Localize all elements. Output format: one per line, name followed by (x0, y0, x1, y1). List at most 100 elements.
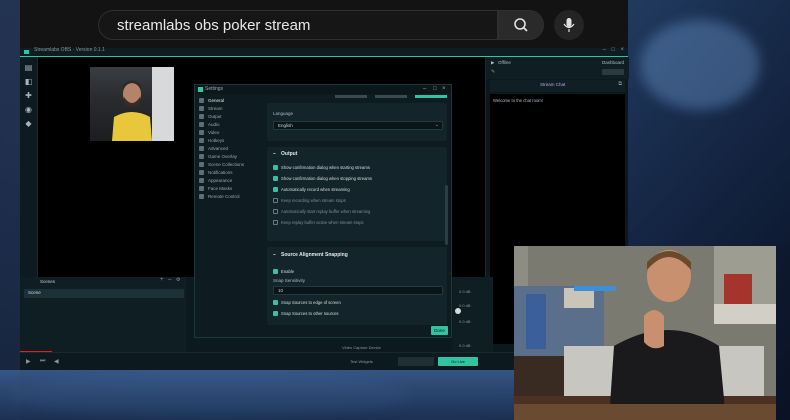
mixer-value: 0.0 dB (459, 289, 471, 294)
output-option-label: Keep replay buffer active when stream st… (281, 220, 364, 225)
settings-nav-label: Remote Control (208, 194, 240, 199)
minimize-icon[interactable]: – (603, 47, 606, 53)
settings-nav-item[interactable]: General (199, 97, 261, 105)
settings-tab[interactable] (375, 95, 407, 98)
nav-item-icon (199, 162, 204, 168)
close-icon[interactable]: × (442, 86, 446, 93)
settings-tab-strip (335, 95, 447, 99)
enable-snapping-checkbox[interactable] (273, 269, 278, 274)
edit-icon[interactable]: ✎ (491, 69, 495, 75)
skip-icon[interactable]: ⏭ (40, 358, 45, 365)
settings-title: Settings (205, 86, 224, 92)
themes-icon[interactable]: ◧ (24, 77, 33, 86)
scenes-header: Scenes + – ⚙ (20, 277, 186, 286)
settings-tab-active[interactable] (415, 95, 447, 98)
maximize-icon[interactable]: □ (611, 47, 615, 53)
output-option-checkbox[interactable] (273, 198, 278, 203)
settings-nav-item[interactable]: Video (199, 129, 261, 137)
streamer-webcam (90, 67, 174, 141)
output-option-label: Show confirmation dialog when starting s… (281, 165, 370, 170)
mixer-value: 0.0 dB (459, 319, 471, 324)
output-collapse-icon[interactable]: – (273, 151, 276, 157)
commentator-scene (514, 246, 776, 420)
settings-logo-icon (198, 87, 203, 92)
output-option-checkbox[interactable] (273, 220, 278, 225)
minimize-icon[interactable]: – (423, 86, 426, 93)
settings-nav-label: Face Masks (208, 186, 233, 191)
maximize-icon[interactable]: □ (433, 86, 437, 93)
remove-scene-icon[interactable]: – (168, 277, 171, 283)
dashboard-link[interactable]: Dashboard (602, 60, 624, 65)
go-live-button[interactable]: Go Live (438, 357, 478, 366)
popout-chat-icon[interactable]: ⧉ (618, 81, 622, 87)
snap-sources-checkbox[interactable] (273, 311, 278, 316)
nav-item-icon (199, 114, 204, 120)
streamer-figure (112, 80, 152, 141)
settings-nav-item[interactable]: Hotkeys (199, 137, 261, 145)
settings-dialog: Settings – □ × General Stream Output Audio V… (194, 84, 452, 338)
background-rock (0, 0, 20, 420)
nav-item-icon (199, 106, 204, 112)
settings-tab[interactable] (335, 95, 367, 98)
output-heading: Output (281, 151, 298, 157)
settings-nav-item[interactable]: Stream (199, 105, 261, 113)
add-scene-icon[interactable]: + (160, 277, 164, 283)
voice-search-button[interactable] (554, 10, 584, 40)
settings-nav: General Stream Output Audio Video Hotkeys Adva… (199, 97, 261, 327)
output-option-checkbox[interactable] (273, 187, 278, 192)
scenes-panel: Scenes + – ⚙ Scene (20, 277, 186, 352)
close-icon[interactable]: × (620, 47, 624, 53)
output-option-checkbox[interactable] (273, 165, 278, 170)
settings-nav-item[interactable]: Output (199, 113, 261, 121)
settings-scrollbar[interactable] (445, 185, 448, 245)
editor-icon[interactable]: ▤ (24, 63, 33, 72)
output-option-label: Automatically start replay buffer when s… (281, 209, 371, 214)
settings-nav-item[interactable]: Scene Collections (199, 161, 261, 169)
snap-sensitivity-input[interactable]: 10 (273, 286, 443, 295)
language-value: English (278, 123, 293, 128)
nav-item-icon (199, 138, 204, 144)
volume-icon[interactable]: ◀ (54, 358, 59, 365)
scene-item[interactable]: Scene (24, 289, 184, 298)
scene-settings-icon[interactable]: ⚙ (176, 277, 180, 283)
settings-nav-item[interactable]: Face Masks (199, 185, 261, 193)
settings-nav-label: Stream (208, 106, 223, 111)
output-section: – Output Show confirmation dialog when s… (267, 147, 447, 241)
enable-snapping-label: Enable (281, 269, 295, 274)
mixer-value: 0.0 dB (459, 343, 471, 348)
record-button[interactable] (398, 357, 434, 366)
settings-nav-item[interactable]: Game Overlay (199, 153, 261, 161)
app-logo-icon (24, 50, 29, 54)
search-input[interactable]: streamlabs obs poker stream (98, 10, 498, 40)
settings-nav-label: Appearance (208, 178, 233, 183)
output-option-checkbox[interactable] (273, 209, 278, 214)
settings-nav-item[interactable]: Appearance (199, 177, 261, 185)
settings-nav-item[interactable]: Remote Control (199, 193, 261, 201)
apps-icon[interactable]: ◉ (24, 105, 33, 114)
microphone-icon (563, 18, 575, 32)
output-option-checkbox[interactable] (273, 176, 278, 181)
done-button[interactable]: Done (431, 326, 448, 335)
settings-nav-item[interactable]: Notifications (199, 169, 261, 177)
settings-nav-item[interactable]: Advanced (199, 145, 261, 153)
widgets-icon[interactable]: ✚ (24, 91, 33, 100)
snapping-collapse-icon[interactable]: – (273, 252, 276, 258)
test-widgets-label[interactable]: Test Widgets (350, 359, 373, 364)
language-select[interactable]: English ⌄ (273, 121, 443, 130)
settings-nav-item[interactable]: Audio (199, 121, 261, 129)
chat-tab-bar[interactable]: Stream Chat ⧉ (490, 80, 625, 92)
alert-box-icon[interactable]: ◆ (24, 119, 33, 128)
search-button[interactable] (498, 10, 544, 40)
volume-knob[interactable] (455, 308, 461, 314)
obs-titlebar: Streamlabs OBS · Version 0.1.1 – □ × (20, 47, 628, 56)
search-query-text: streamlabs obs poker stream (117, 17, 311, 34)
output-option-label: Automatically record when streaming (281, 187, 350, 192)
output-option-label: Show confirmation dialog when stopping s… (281, 176, 373, 181)
nav-item-icon (199, 194, 204, 200)
snap-screen-checkbox[interactable] (273, 300, 278, 305)
chat-toggle-button[interactable] (602, 69, 624, 75)
play-icon[interactable]: ▶ (26, 358, 31, 365)
stream-status-text: Offline (498, 60, 511, 65)
language-section: Language English ⌄ (267, 103, 447, 141)
nav-item-icon (199, 154, 204, 160)
